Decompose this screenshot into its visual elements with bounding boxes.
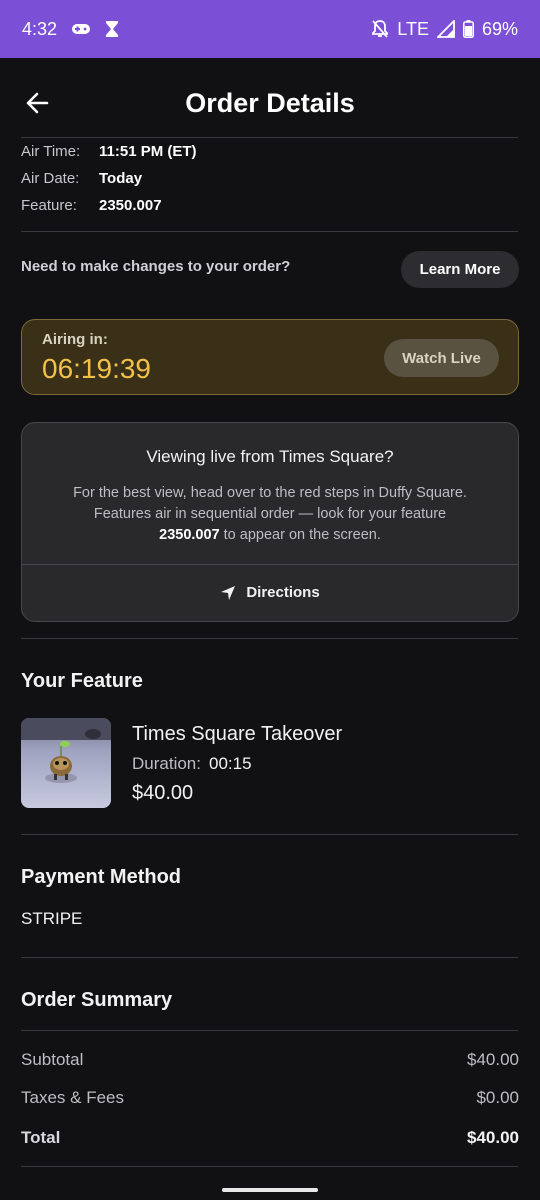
- summary-divider: [21, 1030, 518, 1031]
- airing-countdown-card: Airing in: 06:19:39 Watch Live: [21, 319, 519, 395]
- info-card-separator: [22, 564, 518, 565]
- feature-label: Feature:: [21, 197, 77, 214]
- times-square-info-card: Viewing live from Times Square? For the …: [21, 422, 519, 622]
- taxes-row: Taxes & Fees $0.00: [21, 1088, 519, 1108]
- subtotal-value: $40.00: [467, 1050, 519, 1069]
- network-type: LTE: [397, 18, 429, 39]
- info-body-line1: For the best view, head over to the red …: [73, 485, 467, 501]
- duration-value: 00:15: [208, 754, 252, 773]
- app-header: Order Details: [0, 58, 540, 138]
- page-title: Order Details: [185, 88, 355, 118]
- directions-button[interactable]: Directions: [22, 584, 518, 601]
- your-feature-title: Your Feature: [21, 670, 143, 692]
- airing-label: Airing in:: [42, 331, 108, 348]
- payment-method-value: STRIPE: [21, 909, 83, 928]
- order-summary-title: Order Summary: [21, 989, 173, 1011]
- total-row: Total $40.00: [21, 1128, 519, 1148]
- air-date-value: Today: [99, 170, 143, 187]
- air-date-label: Air Date:: [21, 170, 80, 187]
- battery-icon: [462, 20, 474, 38]
- details-divider: [21, 231, 518, 232]
- notifications-off-icon: [371, 19, 389, 39]
- feature-duration: Duration: 00:15: [132, 754, 252, 774]
- feature-name: Times Square Takeover: [132, 723, 343, 745]
- info-divider: [21, 638, 518, 639]
- subtotal-row: Subtotal $40.00: [21, 1050, 519, 1070]
- changes-prompt: Need to make changes to your order?: [21, 258, 291, 275]
- total-label: Total: [21, 1128, 61, 1147]
- info-feature-number: 2350.007: [159, 527, 220, 543]
- total-divider: [21, 1166, 518, 1167]
- feature-value: 2350.007: [99, 197, 162, 214]
- total-value: $40.00: [467, 1128, 519, 1147]
- feature-thumbnail[interactable]: [21, 718, 111, 808]
- feature-row: Feature: 2350.007: [21, 197, 162, 214]
- duration-label: Duration:: [132, 754, 201, 773]
- watch-live-button[interactable]: Watch Live: [384, 339, 499, 377]
- battery-percent: 69%: [481, 18, 518, 39]
- payment-divider: [21, 957, 518, 958]
- home-indicator[interactable]: [222, 1188, 318, 1192]
- header-divider: [21, 137, 518, 138]
- status-time: 4:32: [22, 18, 58, 39]
- game-controller-icon: [71, 21, 91, 37]
- directions-label: Directions: [246, 584, 320, 601]
- payment-method-title: Payment Method: [21, 866, 182, 888]
- feature-divider: [21, 834, 518, 835]
- info-title: Viewing live from Times Square?: [146, 447, 394, 466]
- info-body-tail: to appear on the screen.: [219, 527, 381, 543]
- air-date-row: Air Date: Today: [21, 170, 142, 187]
- air-time-label: Air Time:: [21, 143, 81, 160]
- learn-more-button[interactable]: Learn More: [401, 251, 519, 288]
- info-body: For the best view, head over to the red …: [42, 483, 498, 546]
- status-bar: 4:32 LTE 69%: [0, 0, 540, 58]
- taxes-value: $0.00: [476, 1088, 519, 1107]
- air-time-value: 11:51 PM (ET): [99, 143, 197, 160]
- subtotal-label: Subtotal: [21, 1050, 84, 1069]
- hourglass-icon: [105, 20, 119, 38]
- feature-price: $40.00: [132, 782, 194, 804]
- navigation-arrow-icon: [221, 585, 236, 600]
- signal-icon: [436, 20, 455, 38]
- airing-countdown: 06:19:39: [42, 353, 151, 384]
- taxes-label: Taxes & Fees: [21, 1088, 124, 1107]
- info-body-line2: Features air in sequential order — look …: [93, 506, 447, 522]
- air-time-row: Air Time: 11:51 PM (ET): [21, 143, 197, 160]
